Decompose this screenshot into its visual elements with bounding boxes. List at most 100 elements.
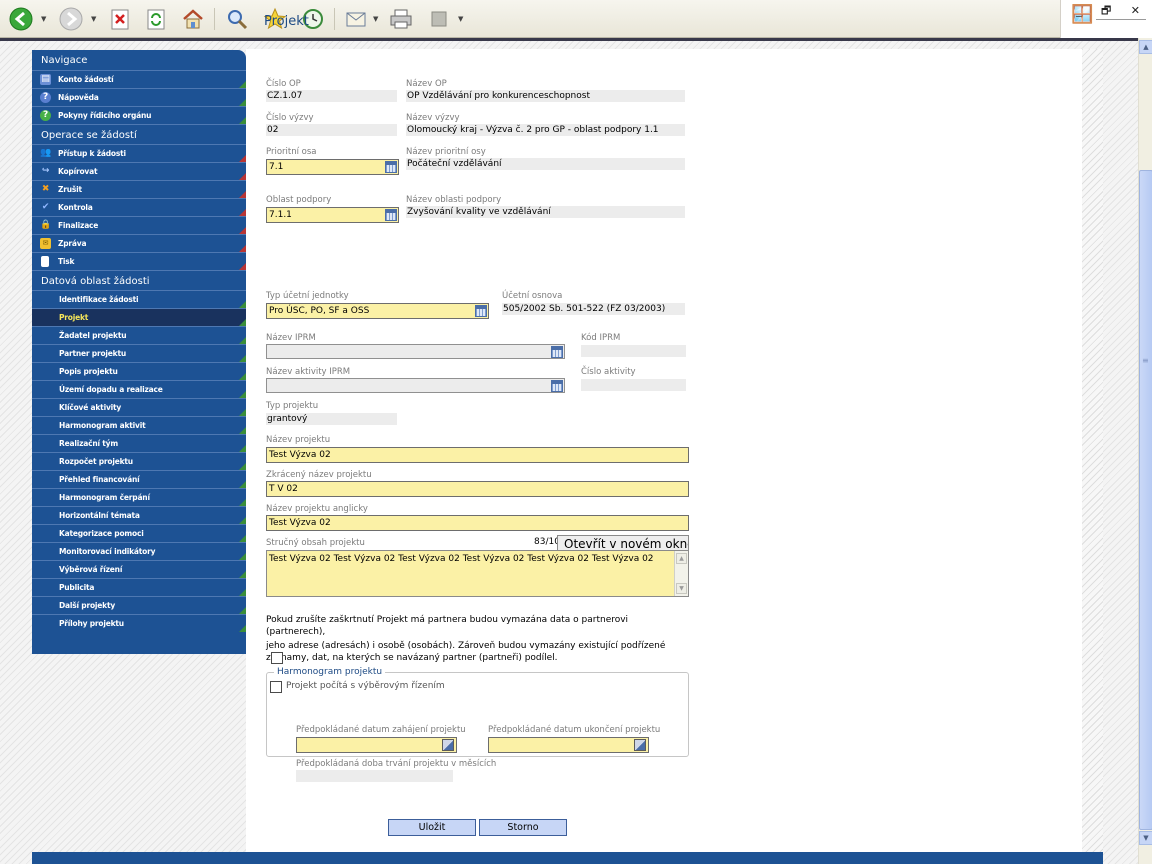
- prioritni-osa-label: Prioritní osa: [266, 147, 317, 157]
- edit-dropdown-icon[interactable]: ▼: [458, 15, 463, 23]
- check-icon: ✔: [41, 202, 50, 212]
- strucny-obsah-label: Stručný obsah projektu: [266, 538, 365, 548]
- sidebar-item-vyberova-rizeni[interactable]: Výběrová řízení: [32, 560, 246, 578]
- page-scrollbar[interactable]: ▲ ≡ ▼: [1138, 38, 1152, 864]
- partner-warning-line1: Pokud zrušíte zaškrtnutí Projekt má part…: [266, 615, 629, 625]
- sidebar-item-popis[interactable]: Popis projektu: [32, 362, 246, 380]
- navigation-sidebar: Navigace ▤ Konto žádostí ? Nápověda ? Pokyn…: [32, 50, 246, 654]
- prioritni-osa-field[interactable]: 7.1: [266, 159, 399, 175]
- home-button[interactable]: [180, 6, 206, 32]
- datum-zahajeni-input[interactable]: [296, 737, 457, 753]
- calendar-picker-icon[interactable]: [442, 739, 454, 751]
- datum-ukonceni-input[interactable]: [488, 737, 649, 753]
- forward-dropdown-icon[interactable]: ▼: [91, 15, 96, 23]
- search-button[interactable]: [224, 6, 250, 32]
- kod-iprm-value: [581, 345, 686, 357]
- doba-trvani-label: Předpokládaná doba trvání projektu v měs…: [296, 759, 497, 769]
- sidebar-item-realizacni-tym[interactable]: Realizační tým: [32, 434, 246, 452]
- sidebar-item-projekt[interactable]: Projekt: [32, 308, 246, 326]
- printer-icon: [390, 9, 412, 29]
- sidebar-item-financovani[interactable]: Přehled financování: [32, 470, 246, 488]
- sidebar-item-kopirovat[interactable]: ↪ Kopírovat: [32, 162, 246, 180]
- refresh-button[interactable]: [143, 6, 169, 32]
- sidebar-item-uzemi[interactable]: Území dopadu a realizace: [32, 380, 246, 398]
- lookup-calendar-icon[interactable]: [551, 346, 563, 358]
- lookup-calendar-icon[interactable]: [551, 380, 563, 392]
- sidebar-item-rozpocet[interactable]: Rozpočet projektu: [32, 452, 246, 470]
- cancel-button[interactable]: Storno: [479, 819, 567, 836]
- toolbar-separator: [214, 8, 215, 30]
- typ-projektu-value: grantový: [266, 413, 397, 425]
- nazev-prioritni-osy-label: Název prioritní osy: [406, 147, 486, 157]
- zkraceny-nazev-label: Zkrácený název projektu: [266, 470, 372, 480]
- doba-trvani-value: [296, 770, 453, 782]
- forward-button[interactable]: [58, 6, 84, 32]
- sidebar-item-tisk[interactable]: Tisk: [32, 252, 246, 270]
- partner-checkbox[interactable]: [271, 652, 283, 664]
- sidebar-item-finalizace[interactable]: 🔒 Finalizace: [32, 216, 246, 234]
- nazev-vyzvy-value: Olomoucký kraj - Výzva č. 2 pro GP - obl…: [406, 124, 685, 136]
- sidebar-item-zprava[interactable]: ✉ Zpráva: [32, 234, 246, 252]
- typ-projektu-label: Typ projektu: [266, 401, 319, 411]
- lookup-calendar-icon[interactable]: [475, 305, 487, 317]
- partner-warning-line3: jeho adrese (adresách) i osobě (osobách)…: [266, 641, 666, 651]
- mail-dropdown-icon[interactable]: ▼: [373, 15, 378, 23]
- datum-ukonceni-label: Předpokládané datum ukončení projektu: [488, 725, 661, 735]
- sidebar-item-kategorizace[interactable]: Kategorizace pomoci: [32, 524, 246, 542]
- scrollbar-thumb[interactable]: [1139, 170, 1152, 830]
- scroll-down-icon[interactable]: ▼: [676, 583, 687, 594]
- delete-icon: ✖: [41, 184, 50, 194]
- calendar-picker-icon[interactable]: [634, 739, 646, 751]
- mail-icon: [346, 12, 366, 27]
- textarea-scrollbar[interactable]: ▲ ▼: [674, 551, 688, 596]
- partner-warning-line2: (partnerech),: [266, 627, 326, 637]
- sidebar-item-pristup[interactable]: 👥 Přístup k žádosti: [32, 144, 246, 162]
- users-icon: 👥: [40, 148, 52, 158]
- cislo-op-value: CZ.1.07: [266, 90, 397, 102]
- scrollbar-grip-icon: ≡: [1142, 356, 1149, 365]
- nazev-anglicky-input[interactable]: Test Výzva 02: [266, 515, 689, 531]
- sidebar-item-zadatel[interactable]: Žadatel projektu: [32, 326, 246, 344]
- strucny-obsah-text: Test Výzva 02 Test Výzva 02 Test Výzva 0…: [269, 554, 654, 564]
- partner-warning-line4: záznamy, dat, na kterých se navázaný par…: [266, 653, 558, 663]
- print-icon: [41, 256, 49, 267]
- sidebar-item-publicita[interactable]: Publicita: [32, 578, 246, 596]
- sidebar-item-horizontalni-temata[interactable]: Horizontální témata: [32, 506, 246, 524]
- scroll-down-icon[interactable]: ▼: [1139, 831, 1152, 845]
- sidebar-item-prilohy[interactable]: Přílohy projektu: [32, 614, 246, 632]
- sidebar-item-klicove-aktivity[interactable]: Klíčové aktivity: [32, 398, 246, 416]
- sidebar-item-dalsi-projekty[interactable]: Další projekty: [32, 596, 246, 614]
- sidebar-item-zrusit[interactable]: ✖ Zrušit: [32, 180, 246, 198]
- sidebar-item-kontrola[interactable]: ✔ Kontrola: [32, 198, 246, 216]
- refresh-icon: [147, 9, 165, 30]
- info-icon: ?: [40, 110, 51, 121]
- back-button[interactable]: [8, 6, 34, 32]
- sidebar-item-partner[interactable]: Partner projektu: [32, 344, 246, 362]
- help-icon: ?: [40, 92, 51, 103]
- sidebar-item-konto-zadosti[interactable]: ▤ Konto žádostí: [32, 70, 246, 88]
- zkraceny-nazev-input[interactable]: T V 02: [266, 481, 689, 497]
- scroll-up-icon[interactable]: ▲: [1139, 40, 1152, 54]
- sidebar-item-napoveda[interactable]: ? Nápověda: [32, 88, 246, 106]
- lookup-calendar-icon[interactable]: [385, 161, 397, 173]
- scroll-up-icon[interactable]: ▲: [676, 553, 687, 564]
- stop-button[interactable]: [107, 6, 133, 32]
- sidebar-item-harmonogram-cerpani[interactable]: Harmonogram čerpání: [32, 488, 246, 506]
- back-dropdown-icon[interactable]: ▼: [41, 15, 46, 23]
- print-button[interactable]: [388, 6, 414, 32]
- typ-ucetni-jednotky-field[interactable]: Pro ÚSC, PO, SF a OSS: [266, 303, 489, 319]
- edit-button[interactable]: [426, 6, 452, 32]
- lookup-calendar-icon[interactable]: [385, 209, 397, 221]
- nazev-aktivity-iprm-field[interactable]: [266, 378, 565, 393]
- mail-button[interactable]: [344, 6, 370, 32]
- strucny-obsah-textarea[interactable]: Test Výzva 02 Test Výzva 02 Test Výzva 0…: [266, 550, 689, 597]
- oblast-podpory-field[interactable]: 7.1.1: [266, 207, 399, 223]
- sidebar-item-pokyny[interactable]: ? Pokyny řídicího orgánu: [32, 106, 246, 124]
- nazev-projektu-input[interactable]: Test Výzva 02: [266, 447, 689, 463]
- sidebar-item-indikatory[interactable]: Monitorovací indikátory: [32, 542, 246, 560]
- sidebar-item-harmonogram-aktivit[interactable]: Harmonogram aktivit: [32, 416, 246, 434]
- save-button[interactable]: Uložit: [388, 819, 476, 836]
- back-arrow-icon: [9, 7, 33, 31]
- sidebar-item-identifikace[interactable]: Identifikace žádosti: [32, 290, 246, 308]
- nazev-iprm-field[interactable]: [266, 344, 565, 359]
